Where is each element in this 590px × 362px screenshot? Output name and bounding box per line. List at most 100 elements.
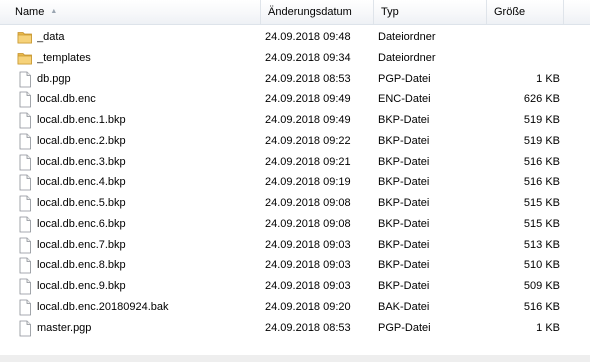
file-type: BKP-Datei — [378, 197, 430, 209]
file-name: local.db.enc.7.bkp — [37, 238, 126, 251]
file-modified-date: 24.09.2018 09:48 — [265, 31, 351, 43]
file-row[interactable]: local.db.enc.9.bkp 24.09.2018 09:03 BKP-Da… — [0, 276, 590, 297]
file-row[interactable]: local.db.enc.6.bkp 24.09.2018 09:08 BKP-Da… — [0, 214, 590, 235]
file-type: BKP-Datei — [378, 114, 430, 126]
file-size: 519 KB — [523, 114, 560, 126]
file-row[interactable]: _data 24.09.2018 09:48 Dateiordner — [0, 27, 590, 48]
file-size — [487, 27, 560, 48]
file-size: 513 KB — [523, 238, 560, 251]
file-modified-date: 24.09.2018 09:03 — [265, 280, 351, 292]
file-size: 509 KB — [523, 280, 560, 292]
file-row[interactable]: local.db.enc.8.bkp 24.09.2018 09:03 BKP-Da… — [0, 255, 590, 276]
file-row[interactable]: db.pgp 24.09.2018 08:53 PGP-Datei 1 KB — [0, 69, 590, 90]
file-icon — [17, 91, 33, 108]
file-name: local.db.enc — [37, 93, 96, 106]
file-type: BAK-Datei — [378, 300, 430, 313]
file-name: db.pgp — [37, 72, 71, 85]
file-size: 1 KB — [536, 72, 560, 85]
file-size: 516 KB — [523, 176, 560, 189]
file-type: Dateiordner — [378, 51, 436, 64]
file-type: BKP-Datei — [378, 280, 430, 292]
file-icon — [17, 299, 33, 316]
file-type: BKP-Datei — [378, 217, 430, 230]
file-name: local.db.enc.5.bkp — [37, 197, 126, 209]
file-row[interactable]: _templates 24.09.2018 09:34 Dateiordner — [0, 48, 590, 69]
file-size: 516 KB — [523, 155, 560, 168]
file-row[interactable]: local.db.enc.3.bkp 24.09.2018 09:21 BKP-Da… — [0, 152, 590, 173]
column-header-date-label: Änderungsdatum — [268, 6, 352, 18]
file-icon — [17, 133, 33, 150]
file-row[interactable]: local.db.enc.5.bkp 24.09.2018 09:08 BKP-Da… — [0, 193, 590, 214]
file-modified-date: 24.09.2018 09:08 — [265, 197, 351, 209]
sort-ascending-icon: ▲ — [50, 8, 58, 15]
file-name: local.db.enc.9.bkp — [37, 280, 126, 292]
column-header-date[interactable]: Änderungsdatum — [261, 0, 374, 24]
file-type: BKP-Datei — [378, 238, 430, 251]
folder-icon — [17, 50, 33, 67]
file-type: PGP-Datei — [378, 321, 431, 334]
file-type: ENC-Datei — [378, 93, 431, 106]
file-modified-date: 24.09.2018 09:08 — [265, 217, 351, 230]
file-type: BKP-Datei — [378, 176, 430, 189]
file-type: Dateiordner — [378, 31, 436, 43]
file-icon — [17, 278, 33, 295]
file-modified-date: 24.09.2018 09:03 — [265, 238, 351, 251]
file-name: local.db.enc.3.bkp — [37, 155, 126, 168]
file-name: local.db.enc.8.bkp — [37, 259, 126, 272]
file-modified-date: 24.09.2018 09:19 — [265, 176, 351, 189]
file-row[interactable]: local.db.enc.7.bkp 24.09.2018 09:03 BKP-Da… — [0, 235, 590, 256]
column-header-bar: Name ▲ Änderungsdatum Typ Größe — [0, 0, 590, 25]
file-name: local.db.enc.2.bkp — [37, 134, 126, 147]
folder-icon — [17, 29, 33, 46]
file-row[interactable]: master.pgp 24.09.2018 08:53 PGP-Datei 1 KB — [0, 318, 590, 339]
file-icon — [17, 237, 33, 254]
file-size: 1 KB — [536, 321, 560, 334]
file-type: BKP-Datei — [378, 259, 430, 272]
status-strip — [0, 355, 590, 362]
file-size — [487, 48, 560, 69]
file-icon — [17, 216, 33, 233]
file-modified-date: 24.09.2018 09:20 — [265, 300, 351, 313]
file-icon — [17, 320, 33, 337]
file-modified-date: 24.09.2018 09:34 — [265, 51, 351, 64]
file-row[interactable]: local.db.enc.1.bkp 24.09.2018 09:49 BKP-Da… — [0, 110, 590, 131]
file-icon — [17, 257, 33, 274]
file-row[interactable]: local.db.enc.4.bkp 24.09.2018 09:19 BKP-Da… — [0, 172, 590, 193]
file-type: BKP-Datei — [378, 134, 430, 147]
column-header-type[interactable]: Typ — [374, 0, 487, 24]
file-list-view: Name ▲ Änderungsdatum Typ Größe _data 24.0… — [0, 0, 590, 362]
file-icon — [17, 154, 33, 171]
file-modified-date: 24.09.2018 09:49 — [265, 114, 351, 126]
file-name: master.pgp — [37, 321, 92, 334]
column-header-type-label: Typ — [381, 6, 399, 18]
file-row[interactable]: local.db.enc.2.bkp 24.09.2018 09:22 BKP-Da… — [0, 131, 590, 152]
file-row[interactable]: local.db.enc.20180924.bak 24.09.2018 09:2… — [0, 297, 590, 318]
file-modified-date: 24.09.2018 09:22 — [265, 134, 351, 147]
column-header-name-label: Name — [15, 6, 45, 18]
file-name: _data — [37, 31, 65, 43]
file-name: _templates — [37, 51, 91, 64]
file-icon — [17, 71, 33, 88]
file-icon — [17, 112, 33, 129]
file-name: local.db.enc.20180924.bak — [37, 300, 169, 313]
file-modified-date: 24.09.2018 08:53 — [265, 72, 351, 85]
file-modified-date: 24.09.2018 09:03 — [265, 259, 351, 272]
file-icon — [17, 174, 33, 191]
file-modified-date: 24.09.2018 09:21 — [265, 155, 351, 168]
file-name: local.db.enc.6.bkp — [37, 217, 126, 230]
file-type: BKP-Datei — [378, 155, 430, 168]
column-header-name[interactable]: Name ▲ — [0, 0, 261, 24]
file-size: 515 KB — [523, 197, 560, 209]
file-name: local.db.enc.1.bkp — [37, 114, 126, 126]
file-row[interactable]: local.db.enc 24.09.2018 09:49 ENC-Datei 626… — [0, 89, 590, 110]
file-size: 510 KB — [523, 259, 560, 272]
column-header-size[interactable]: Größe — [487, 0, 564, 24]
file-modified-date: 24.09.2018 09:49 — [265, 93, 351, 106]
file-modified-date: 24.09.2018 08:53 — [265, 321, 351, 334]
file-size: 516 KB — [523, 300, 560, 313]
file-size: 515 KB — [523, 217, 560, 230]
file-name: local.db.enc.4.bkp — [37, 176, 126, 189]
column-header-size-label: Größe — [494, 6, 526, 18]
file-type: PGP-Datei — [378, 72, 431, 85]
file-size: 626 KB — [523, 93, 560, 106]
